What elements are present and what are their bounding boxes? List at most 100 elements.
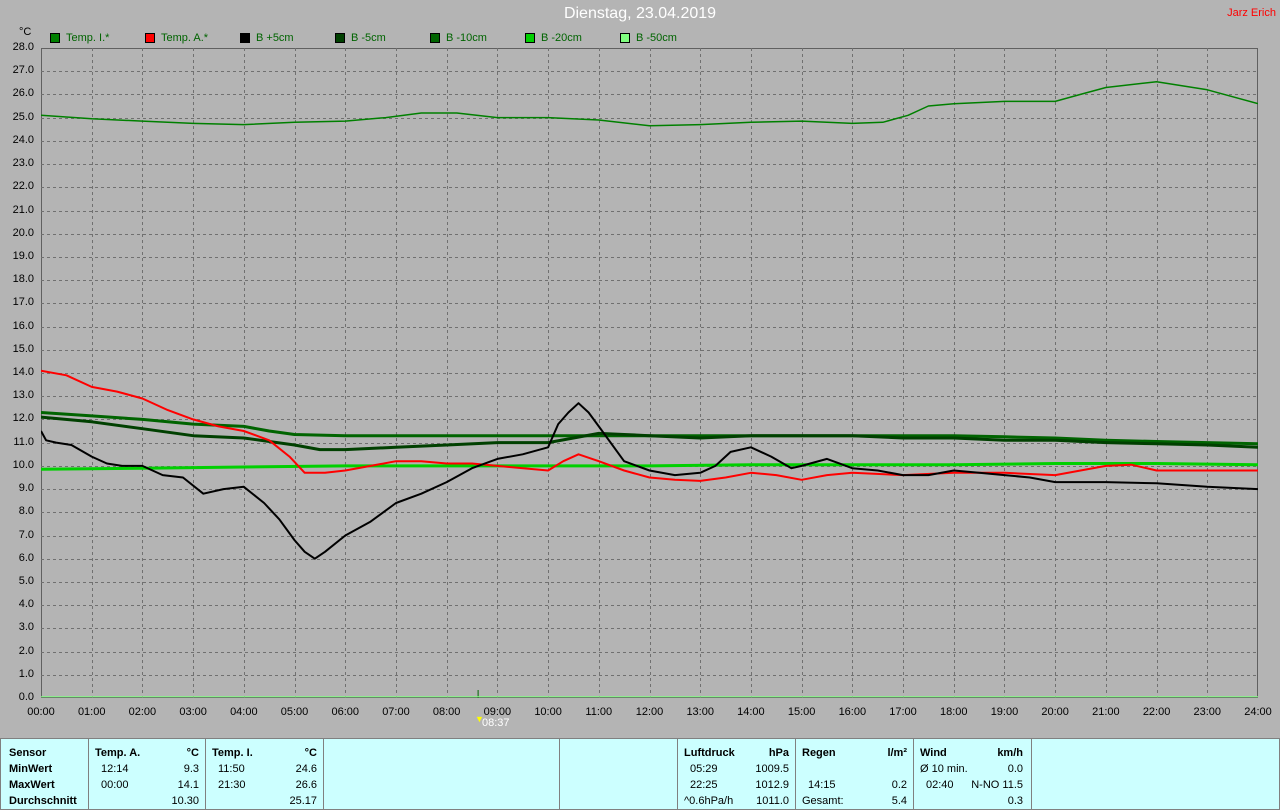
- y-tick-label: 9.0: [18, 482, 34, 495]
- legend-label: Temp. I.*: [66, 32, 110, 44]
- max-label: MaxWert: [9, 779, 55, 791]
- y-tick-label: 10.0: [12, 458, 34, 471]
- x-tick-label: 01:00: [77, 706, 106, 718]
- x-tick-label: 23:00: [1193, 706, 1222, 718]
- y-tick-label: 6.0: [18, 551, 34, 564]
- wind-daily-avg: 0.3: [1007, 795, 1023, 807]
- pressure-unit: hPa: [768, 747, 789, 759]
- x-tick-label: 24:00: [1244, 706, 1272, 718]
- x-tick-label: 10:00: [534, 706, 562, 718]
- legend-swatch: [430, 33, 440, 43]
- legend-swatch: [145, 33, 155, 43]
- legend-swatch: [335, 33, 345, 43]
- temp-a-unit: °C: [186, 747, 199, 759]
- legend-swatch: [50, 33, 60, 43]
- y-tick-label: 11.0: [13, 435, 34, 448]
- y-tick-label: 26.0: [12, 87, 34, 100]
- x-tick-label: 13:00: [686, 706, 714, 718]
- temp-i-min-time: 11:50: [218, 763, 245, 775]
- temp-i-min-value: 24.6: [295, 763, 317, 775]
- y-tick-label: 0.0: [18, 691, 34, 703]
- y-unit-label: °C: [19, 26, 32, 38]
- stats-panel-rain: Regen l/m² 14:15 0.2 Gesamt: 5.4: [795, 738, 914, 810]
- stats-panel-wind: Wind km/h Ø 10 min. 0.0 02:40 N-NO 11.5 …: [913, 738, 1032, 810]
- legend-label: B -50cm: [636, 32, 677, 44]
- legend-swatch: [620, 33, 630, 43]
- x-tick-label: 16:00: [838, 706, 867, 718]
- x-tick-label: 14:00: [737, 706, 765, 718]
- wind-avg-label: Ø 10 min.: [920, 763, 968, 775]
- pressure-max-time: 22:25: [690, 779, 718, 791]
- wind-unit: km/h: [997, 747, 1023, 759]
- legend-label: B -5cm: [351, 32, 386, 44]
- x-tick-label: 05:00: [280, 706, 309, 718]
- x-tick-label: 02:00: [128, 706, 157, 718]
- stats-panel-labels: Sensor MinWert MaxWert Durchschnitt: [0, 738, 89, 810]
- legend-item: Temp. A.*: [145, 32, 208, 44]
- legend-item: B -5cm: [335, 32, 386, 44]
- rain-max-time: 14:15: [808, 779, 836, 791]
- y-tick-label: 4.0: [18, 598, 34, 611]
- legend-item: B -50cm: [620, 32, 677, 44]
- x-tick-label: 21:00: [1092, 706, 1120, 718]
- legend-item: B -20cm: [525, 32, 582, 44]
- y-tick-label: 13.0: [12, 389, 34, 402]
- pressure-trend-label: ^0.6hPa/h: [684, 795, 734, 807]
- temp-a-min-time: 12:14: [101, 763, 129, 775]
- x-tick-label: 17:00: [889, 706, 917, 718]
- x-tick-label: 15:00: [787, 706, 816, 718]
- y-tick-label: 20.0: [12, 226, 34, 239]
- series-line-3: [41, 415, 1258, 452]
- time-marker-label: 08:37: [482, 717, 510, 729]
- y-tick-label: 21.0: [12, 203, 34, 216]
- stats-panel-empty-2: [559, 738, 678, 810]
- legend-label: Temp. A.*: [161, 32, 209, 44]
- y-tick-label: 14.0: [12, 366, 34, 378]
- y-tick-label: 1.0: [18, 667, 34, 680]
- legend-swatch: [525, 33, 535, 43]
- x-tick-label: 08:00: [432, 706, 461, 718]
- x-tick-label: 06:00: [331, 706, 360, 718]
- y-tick-label: 25.0: [12, 110, 34, 123]
- temp-i-max-time: 21:30: [218, 779, 246, 791]
- y-tick-label: 23.0: [12, 157, 34, 170]
- avg-label: Durchschnitt: [9, 795, 77, 807]
- pressure-min-value: 1009.5: [755, 763, 789, 775]
- legend-label: B +5cm: [256, 32, 294, 44]
- wind-max-value: N-NO 11.5: [971, 779, 1023, 791]
- temp-a-max-value: 14.1: [177, 779, 199, 791]
- rain-unit: l/m²: [887, 747, 907, 759]
- temp-a-max-time: 00:00: [101, 779, 129, 791]
- author-label: Jarz Erich: [1227, 7, 1276, 19]
- x-tick-label: 07:00: [382, 706, 410, 718]
- chart-title: Dienstag, 23.04.2019: [563, 5, 717, 22]
- temp-a-min-value: 9.3: [183, 763, 199, 775]
- temp-i-header: Temp. I.: [212, 747, 253, 759]
- y-tick-label: 18.0: [12, 273, 34, 286]
- y-tick-label: 24.0: [12, 133, 34, 146]
- legend-item: B +5cm: [240, 32, 294, 44]
- x-tick-label: 22:00: [1142, 706, 1171, 718]
- series-line-0: [41, 80, 1258, 127]
- y-tick-label: 5.0: [18, 574, 34, 587]
- y-tick-label: 15.0: [12, 342, 34, 355]
- temp-a-avg-value: 10.30: [171, 795, 199, 807]
- legend-label: B -10cm: [446, 32, 487, 44]
- legend-label: B -20cm: [541, 32, 582, 44]
- stats-panel-empty-3: [1031, 738, 1280, 810]
- x-tick-label: 20:00: [1041, 706, 1069, 718]
- wind-avg-value: 0.0: [1007, 763, 1023, 775]
- wind-header: Wind: [920, 747, 947, 759]
- x-tick-label: 04:00: [230, 706, 258, 718]
- legend-item: B -10cm: [430, 32, 487, 44]
- sensor-header: Sensor: [9, 747, 47, 759]
- legend-swatch: [240, 33, 250, 43]
- wind-max-time: 02:40: [926, 779, 954, 791]
- y-tick-label: 22.0: [12, 180, 34, 193]
- pressure-max-value: 1012.9: [755, 779, 789, 791]
- x-tick-label: 12:00: [635, 706, 664, 718]
- temp-i-avg-value: 25.17: [289, 795, 317, 807]
- stats-panel-temp-a: Temp. A. °C 12:14 9.3 00:00 14.1 10.30: [88, 738, 206, 810]
- line-chart: [41, 48, 1258, 698]
- rain-header: Regen: [802, 747, 836, 759]
